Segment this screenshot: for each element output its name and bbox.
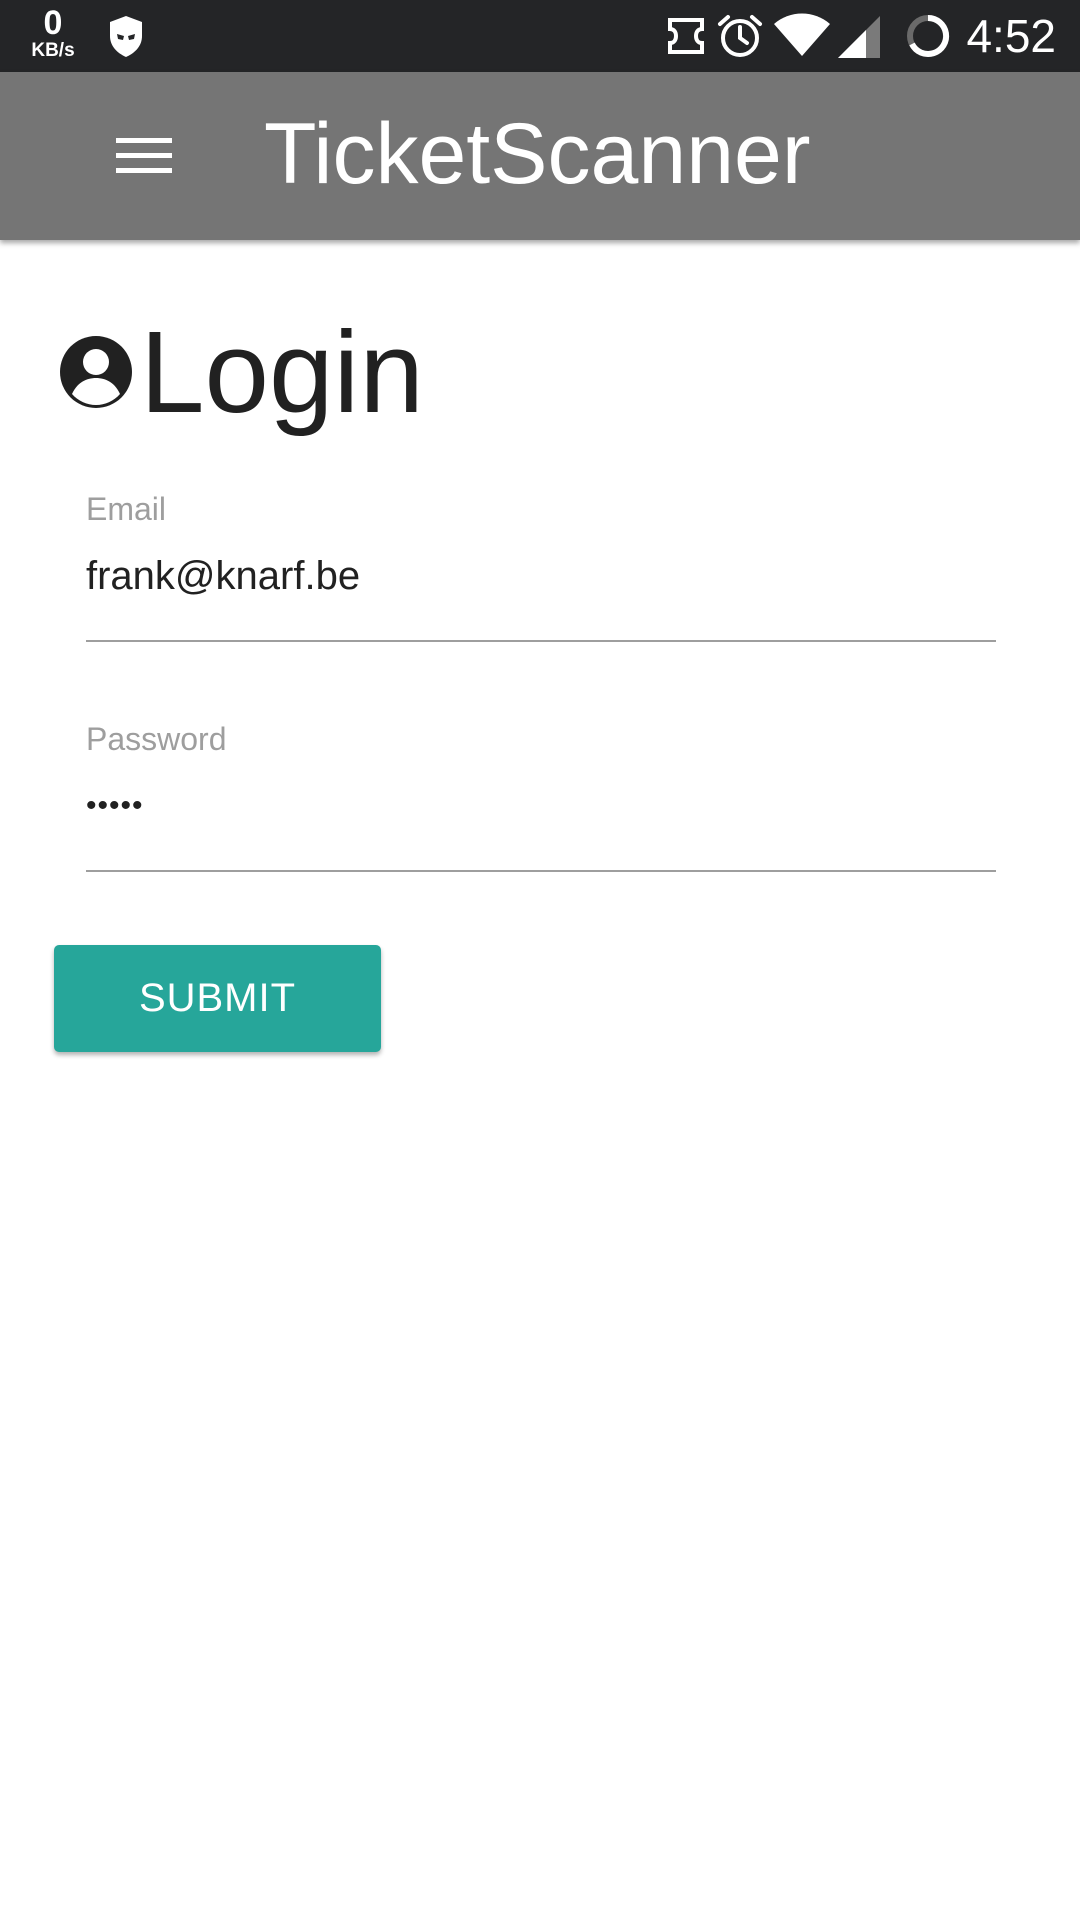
account-circle-icon (60, 336, 132, 408)
shield-icon (110, 16, 142, 57)
status-bar: 0 KB/s 4:52 (0, 0, 1080, 72)
menu-button[interactable] (96, 116, 192, 196)
login-heading: Login (58, 306, 424, 438)
email-label: Email (86, 491, 167, 527)
alarm-icon (718, 15, 762, 57)
hamburger-menu-icon (116, 138, 172, 173)
email-underline (86, 640, 996, 642)
status-time: 4:52 (966, 10, 1056, 62)
submit-button[interactable]: SUBMIT (54, 945, 381, 1052)
password-input[interactable] (86, 774, 996, 838)
network-speed-value: 0 (43, 4, 63, 42)
app-bar: TicketScanner (0, 72, 1080, 240)
password-underline (86, 870, 996, 872)
ticket-notification-icon (668, 18, 704, 54)
wifi-icon (774, 13, 830, 56)
app-title: TicketScanner (264, 106, 811, 202)
login-page: Login Email Password SUBMIT (0, 240, 1080, 1920)
network-speed-unit: KB/s (31, 40, 75, 61)
email-input[interactable] (86, 544, 996, 608)
password-label: Password (86, 721, 227, 757)
login-title: Login (140, 307, 424, 437)
cell-signal-icon (838, 16, 880, 58)
network-speed-indicator: 0 KB/s (22, 6, 84, 60)
battery-ring-icon (907, 14, 950, 57)
